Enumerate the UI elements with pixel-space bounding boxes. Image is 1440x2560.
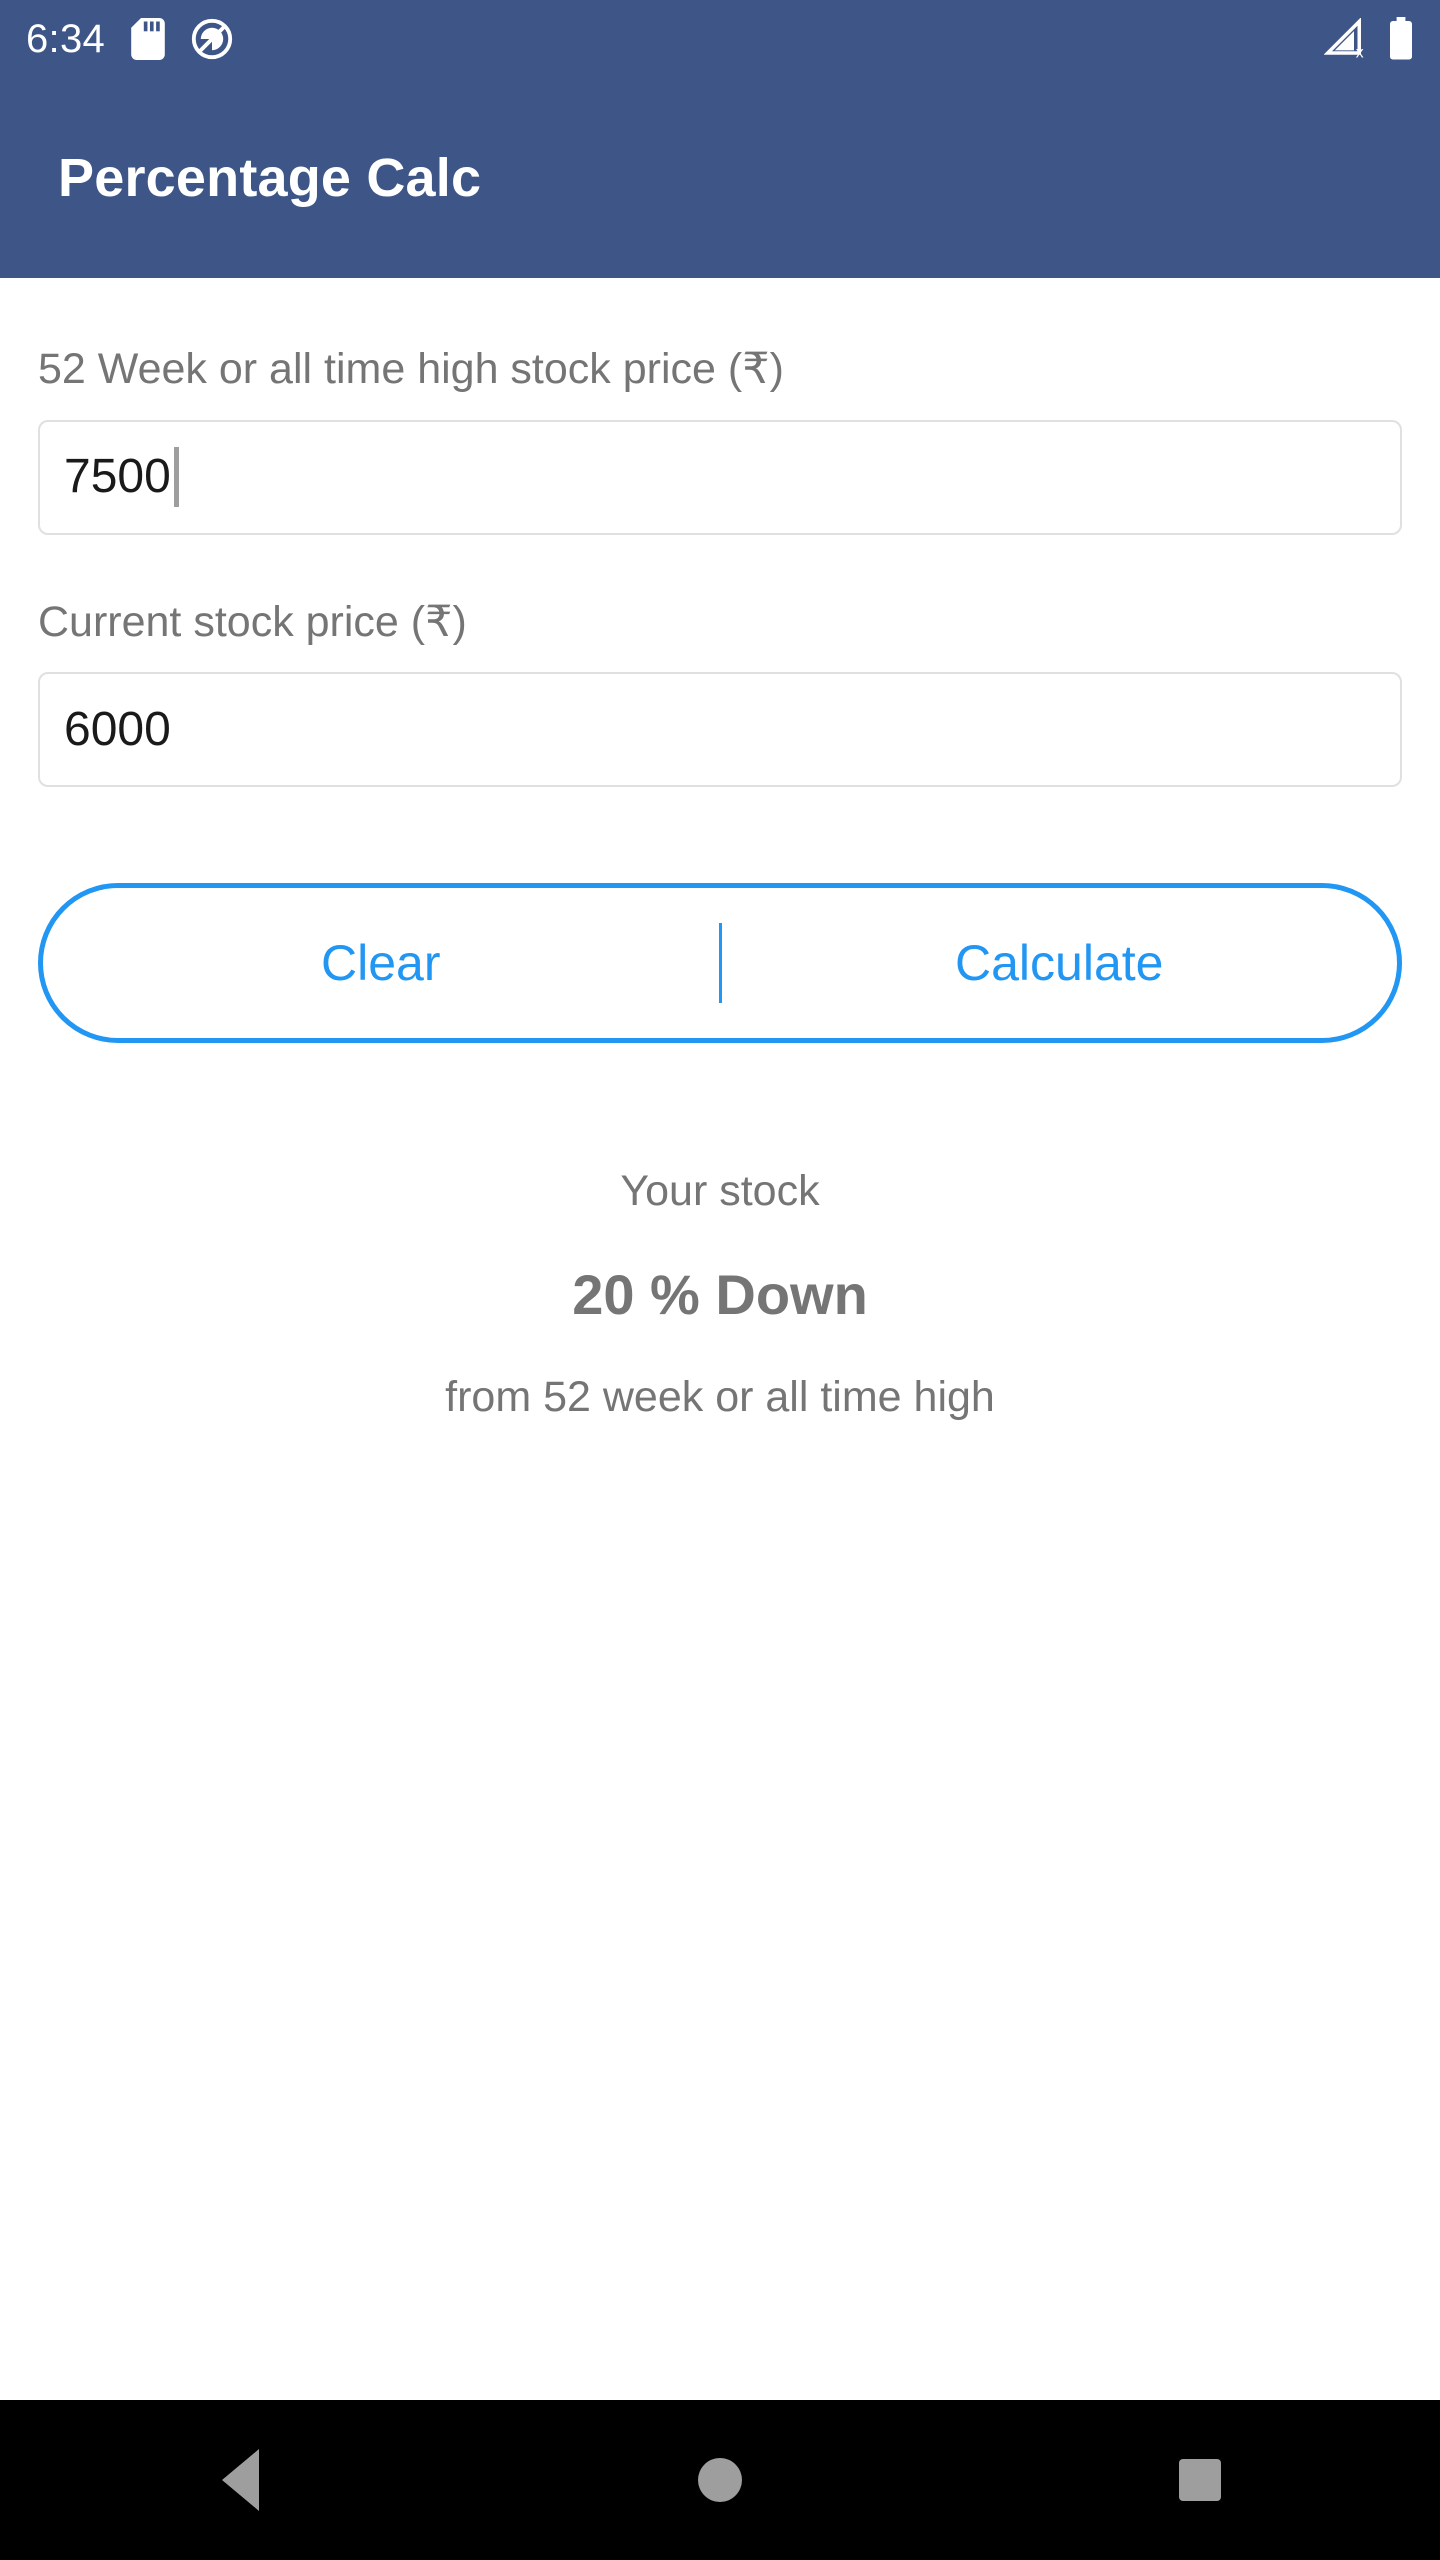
high-price-value: 7500 <box>64 450 171 504</box>
status-bar-left: 6:34 <box>26 18 233 60</box>
action-button-group: Clear Calculate <box>38 883 1402 1044</box>
home-icon <box>698 2458 742 2502</box>
result-panel: Your stock 20 % Down from 52 week or all… <box>0 1167 1440 1422</box>
current-price-label: Current stock price (₹) <box>38 597 467 646</box>
result-heading: Your stock <box>620 1167 820 1216</box>
recents-icon <box>1179 2459 1221 2501</box>
nav-home-button[interactable] <box>640 2400 800 2560</box>
status-bar-clock: 6:34 <box>26 17 106 61</box>
current-price-input[interactable]: 6000 <box>38 672 1402 788</box>
calculate-button[interactable]: Calculate <box>722 888 1398 1038</box>
result-percentage: 20 % Down <box>572 1263 868 1327</box>
text-cursor <box>173 447 179 508</box>
status-bar-right: x <box>1324 17 1414 61</box>
no-signal-icon: x <box>1324 18 1370 60</box>
high-price-label: 52 Week or all time high stock price (₹) <box>38 345 784 393</box>
status-bar: 6:34 x <box>0 0 1440 78</box>
android-nav-bar <box>0 2400 1440 2560</box>
back-icon <box>221 2449 259 2511</box>
nav-recents-button[interactable] <box>1120 2400 1280 2560</box>
battery-full-icon <box>1388 17 1414 61</box>
app-screen: 6:34 x Percentage Calc 52 Week or all ti… <box>0 0 1440 2560</box>
svg-text:x: x <box>1356 44 1364 60</box>
current-price-value: 6000 <box>64 702 171 756</box>
high-price-input[interactable]: 7500 <box>38 419 1402 535</box>
clear-button[interactable]: Clear <box>43 888 719 1038</box>
sd-card-icon <box>131 18 165 60</box>
app-bar: Percentage Calc <box>0 78 1440 278</box>
nav-back-button[interactable] <box>160 2400 320 2560</box>
result-caption: from 52 week or all time high <box>445 1373 995 1422</box>
data-saver-off-icon <box>191 18 233 60</box>
current-price-field-group: Current stock price (₹) 6000 <box>0 535 1440 788</box>
page-title: Percentage Calc <box>58 148 482 208</box>
high-price-field-group: 52 Week or all time high stock price (₹)… <box>0 278 1440 535</box>
main-content: 52 Week or all time high stock price (₹)… <box>0 278 1440 2400</box>
